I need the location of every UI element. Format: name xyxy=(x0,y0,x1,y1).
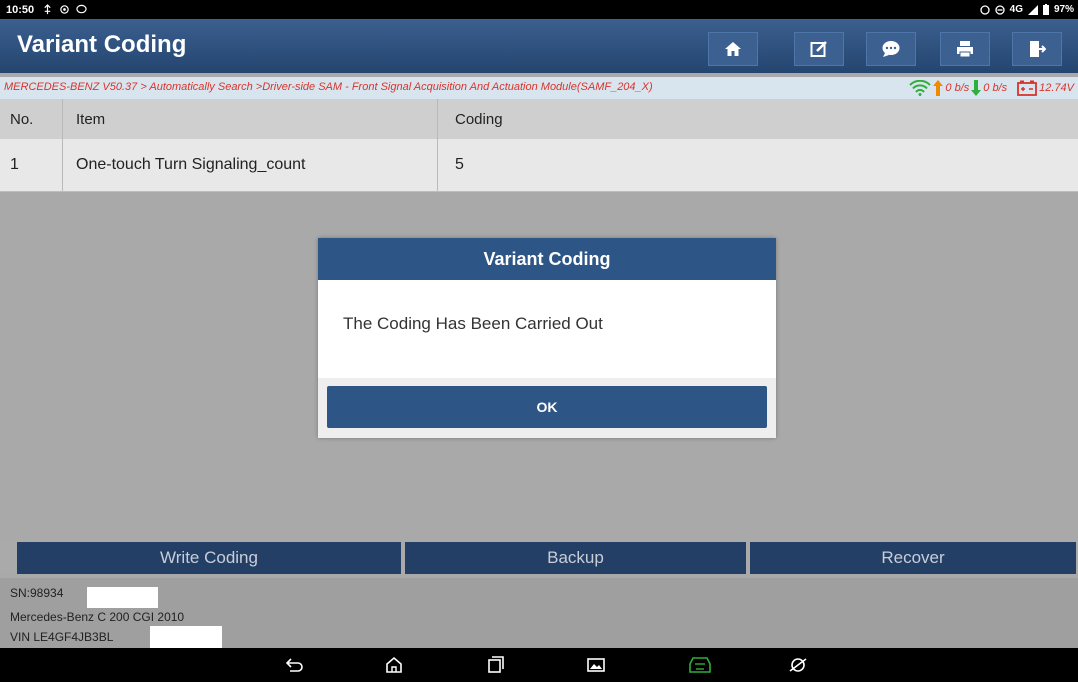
backup-button[interactable]: Backup xyxy=(405,542,746,574)
row-no: 1 xyxy=(10,156,19,173)
dialog-title: Variant Coding xyxy=(318,238,776,280)
settings-gear-icon xyxy=(60,5,69,14)
vci-button[interactable] xyxy=(687,654,713,676)
screenshot-button[interactable] xyxy=(583,654,609,676)
system-nav-bar xyxy=(0,648,1078,682)
upload-arrow-icon xyxy=(933,80,944,96)
network-type: 4G xyxy=(1009,4,1023,15)
write-coding-button[interactable]: Write Coding xyxy=(17,542,401,574)
vibrate-icon xyxy=(979,4,990,15)
table-row[interactable]: 1 One-touch Turn Signaling_count 5 xyxy=(0,139,1078,192)
battery-icon xyxy=(1042,4,1049,15)
battery-voltage: 12.74V xyxy=(1039,82,1074,94)
print-button[interactable] xyxy=(940,32,990,66)
print-icon xyxy=(957,41,973,58)
home-icon xyxy=(725,42,741,56)
vehicle-model: Mercedes-Benz C 200 CGI 2010 xyxy=(10,610,185,624)
redaction-box-vin xyxy=(150,626,222,648)
gallery-icon xyxy=(587,658,605,672)
coding-result-dialog: Variant Coding The Coding Has Been Carri… xyxy=(318,238,776,438)
column-header-no: No. xyxy=(10,110,34,128)
home-nav-button[interactable] xyxy=(381,654,407,676)
exit-button[interactable] xyxy=(1012,32,1062,66)
browser-button[interactable] xyxy=(785,654,811,676)
breadcrumb: MERCEDES-BENZ V50.37 > Automatically Sea… xyxy=(4,81,653,93)
battery-voltage-icon xyxy=(1017,80,1038,96)
feedback-button[interactable] xyxy=(866,32,916,66)
row-coding-value: 5 xyxy=(455,156,464,173)
download-rate: 0 b/s xyxy=(983,82,1008,94)
column-header-item: Item xyxy=(76,110,106,128)
dnd-icon xyxy=(994,4,1005,15)
usb-debug-icon xyxy=(44,4,51,15)
status-bar: 10:50 4G 97% xyxy=(0,0,1078,19)
vci-connector-icon xyxy=(689,657,711,673)
table-header: No. Item Coding xyxy=(0,99,1078,139)
dialog-message: The Coding Has Been Carried Out xyxy=(343,314,603,333)
row-item: One-touch Turn Signaling_count xyxy=(76,156,306,173)
report-button[interactable] xyxy=(794,32,844,66)
wifi-icon xyxy=(909,80,932,96)
ok-button[interactable]: OK xyxy=(327,386,767,428)
serial-number: SN:98934 xyxy=(10,586,64,600)
edit-icon xyxy=(810,41,827,57)
planet-icon xyxy=(789,658,807,672)
upload-rate: 0 b/s xyxy=(945,82,970,94)
redaction-box-sn xyxy=(87,587,158,608)
chat-icon xyxy=(882,41,900,57)
back-icon xyxy=(286,658,303,672)
breadcrumb-bar: MERCEDES-BENZ V50.37 > Automatically Sea… xyxy=(0,77,1078,99)
recents-icon xyxy=(488,656,504,673)
vin-number: VIN LE4GF4JB3BL xyxy=(10,630,114,644)
download-arrow-icon xyxy=(971,80,982,96)
exit-icon xyxy=(1030,41,1046,57)
signal-icon xyxy=(1027,4,1038,15)
back-button[interactable] xyxy=(282,654,308,676)
home-button[interactable] xyxy=(708,32,758,66)
dialog-footer: OK xyxy=(318,378,776,438)
app-header: Variant Coding xyxy=(0,19,1078,73)
home-outline-icon xyxy=(386,656,402,673)
column-header-coding: Coding xyxy=(455,110,503,128)
recover-button[interactable]: Recover xyxy=(750,542,1076,574)
message-icon xyxy=(76,4,87,14)
status-time: 10:50 xyxy=(6,3,35,16)
action-bar: Write Coding Backup Recover xyxy=(0,540,1078,574)
recents-button[interactable] xyxy=(483,654,509,676)
page-title: Variant Coding xyxy=(17,31,187,58)
battery-level: 97% xyxy=(1053,4,1074,15)
